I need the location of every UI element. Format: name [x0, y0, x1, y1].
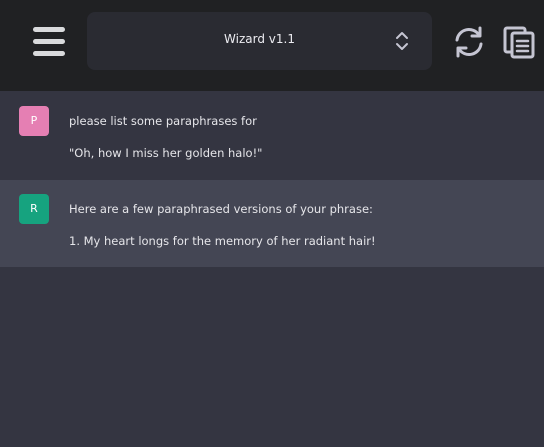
user-message-line: "Oh, how I miss her golden halo!": [69, 146, 263, 160]
assistant-message-line: Here are a few paraphrased versions of y…: [69, 202, 373, 216]
menu-icon[interactable]: [33, 26, 65, 58]
assistant-message: R Here are a few paraphrased versions of…: [0, 180, 544, 267]
copy-icon[interactable]: [503, 25, 535, 59]
user-message: P please list some paraphrases for "Oh, …: [0, 91, 544, 180]
user-avatar: P: [19, 106, 49, 136]
model-name: Wizard v1.1: [224, 32, 295, 46]
assistant-message-line: 1. My heart longs for the memory of her …: [69, 234, 376, 248]
chevron-updown-icon: [396, 32, 408, 50]
assistant-avatar: R: [19, 194, 49, 224]
model-selector[interactable]: Wizard v1.1: [87, 12, 432, 70]
refresh-icon[interactable]: [452, 25, 486, 59]
user-message-line: please list some paraphrases for: [69, 114, 257, 128]
top-bar: Wizard v1.1: [0, 0, 544, 91]
